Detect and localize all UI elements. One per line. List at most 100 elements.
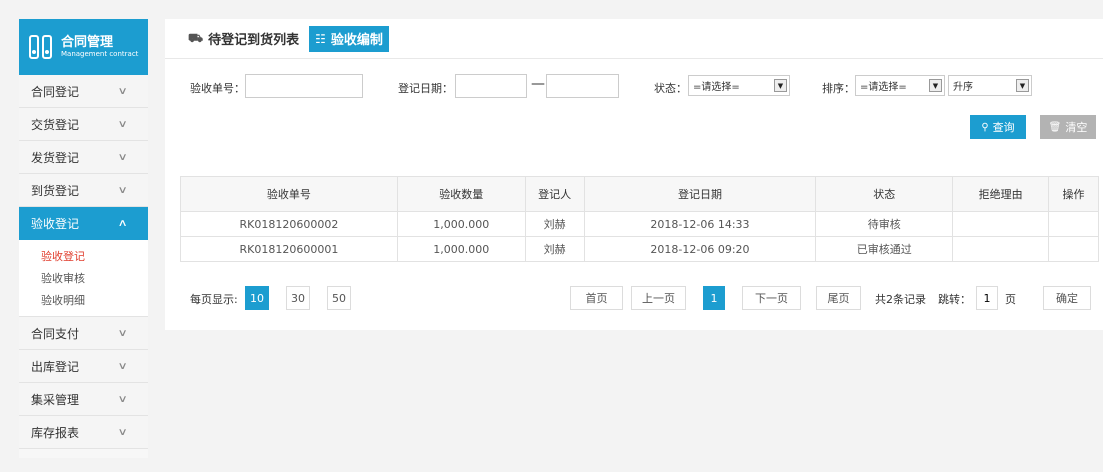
brand-subtitle: Management contract [61, 49, 139, 58]
tab-bar: ⛟ 待登记到货列表 ☷ 验收编制 [165, 19, 1103, 59]
cell-receipt-no: RK018120600001 [180, 236, 398, 262]
acceptance-table: 验收单号 验收数量 登记人 登记日期 状态 拒绝理由 操作 RK01812060… [180, 176, 1099, 262]
sidebar-submenu: 验收登记 验收审核 验收明细 [19, 240, 148, 317]
cell-status: 待审核 [815, 211, 954, 237]
sidebar-item-outbound-register[interactable]: 出库登记 ∨ [19, 350, 148, 383]
page-size-50[interactable]: 50 [327, 286, 351, 310]
tab-label: 待登记到货列表 [208, 33, 300, 48]
column-header: 拒绝理由 [952, 176, 1050, 212]
dropdown-arrow-icon: ▼ [929, 79, 942, 92]
contract-logo-icon [29, 35, 53, 59]
next-page-button[interactable]: 下一页 [742, 286, 801, 310]
sidebar-item-procurement-management[interactable]: 集采管理 ∨ [19, 383, 148, 416]
sidebar-item-arrival-register[interactable]: 到货登记 ∨ [19, 174, 148, 207]
column-header: 操作 [1048, 176, 1099, 212]
status-label: 状态： [654, 82, 687, 95]
chevron-up-icon: ∧ [117, 217, 128, 229]
status-select-value: =请选择= [693, 82, 740, 93]
last-page-button[interactable]: 尾页 [816, 286, 861, 310]
column-header: 状态 [815, 176, 954, 212]
register-date-label: 登记日期： [398, 82, 453, 95]
chevron-down-icon: ∨ [117, 151, 128, 163]
sort-order-value: 升序 [953, 82, 973, 93]
sort-label: 排序： [822, 82, 855, 95]
page-size-label: 每页显示: [190, 293, 238, 306]
tab-acceptance-edit[interactable]: ☷ 验收编制 [309, 25, 389, 52]
cell-quantity: 1,000.000 [396, 236, 526, 262]
sidebar-item-label: 交货登记 [31, 117, 80, 132]
sidebar-menu: 合同登记 ∨ 交货登记 ∨ 发货登记 ∨ 到货登记 ∨ 验收登记 ∧ 验收登记 … [19, 75, 148, 449]
cell-actions [1048, 211, 1099, 237]
cell-register-date: 2018-12-06 09:20 [583, 236, 817, 262]
brand-title: 合同管理 [61, 34, 114, 50]
dropdown-arrow-icon: ▼ [1016, 79, 1029, 92]
cell-registrant: 刘赫 [524, 211, 585, 237]
sidebar-item-label: 验收登记 [31, 216, 80, 231]
cell-receipt-no: RK018120600002 [180, 211, 398, 237]
sidebar-item-label: 库存报表 [31, 425, 80, 440]
sidebar-item-label: 合同支付 [31, 326, 80, 341]
list-icon: ☷ [315, 31, 326, 46]
truck-icon: ⛟ [188, 30, 204, 45]
cell-reject-reason [952, 236, 1050, 262]
sidebar-item-label: 到货登记 [31, 183, 80, 198]
chevron-down-icon: ∨ [117, 118, 128, 130]
sidebar-item-delivery-register[interactable]: 交货登记 ∨ [19, 108, 148, 141]
sidebar-item-inventory-report[interactable]: 库存报表 ∨ [19, 416, 148, 449]
column-header: 登记日期 [583, 176, 817, 212]
jump-label: 跳转： [938, 293, 971, 306]
date-from-input[interactable] [455, 74, 527, 98]
sort-order-select[interactable]: 升序 ▼ [948, 75, 1032, 96]
sidebar-item-acceptance-register[interactable]: 验收登记 ∧ [19, 207, 148, 240]
sidebar-item-label: 合同登记 [31, 84, 80, 99]
column-header: 验收单号 [180, 176, 398, 212]
cell-actions [1048, 236, 1099, 262]
query-button-label: 查询 [992, 121, 1015, 134]
tab-label: 验收编制 [330, 33, 383, 48]
query-button[interactable]: ⚲ 查询 [970, 115, 1026, 139]
sidebar-item-label: 出库登记 [31, 359, 80, 374]
page-size-10[interactable]: 10 [245, 286, 269, 310]
brand-header: 合同管理 Management contract [19, 19, 148, 75]
pagination: 每页显示: 10 30 50 首页 上一页 1 下一页 尾页 共2条记录 跳转：… [165, 286, 1103, 310]
table-row[interactable]: RK018120600001 1,000.000 刘赫 2018-12-06 0… [180, 236, 1099, 262]
subitem-acceptance-detail[interactable]: 验收明细 [19, 290, 148, 312]
first-page-button[interactable]: 首页 [570, 286, 623, 310]
chevron-down-icon: ∨ [117, 360, 128, 372]
jump-page-input[interactable] [976, 286, 998, 310]
sidebar-item-contract-payment[interactable]: 合同支付 ∨ [19, 317, 148, 350]
confirm-jump-button[interactable]: 确定 [1043, 286, 1091, 310]
cell-register-date: 2018-12-06 14:33 [583, 211, 817, 237]
chevron-down-icon: ∨ [117, 85, 128, 97]
clear-button[interactable]: 🗑 清空 [1040, 115, 1096, 139]
date-to-input[interactable] [546, 74, 619, 98]
page-size-30[interactable]: 30 [286, 286, 310, 310]
sidebar-item-shipping-register[interactable]: 发货登记 ∨ [19, 141, 148, 174]
sort-field-select[interactable]: =请选择= ▼ [855, 75, 945, 96]
search-icon: ⚲ [981, 121, 989, 133]
column-header: 登记人 [524, 176, 585, 212]
receipt-no-label: 验收单号： [190, 82, 245, 95]
receipt-no-input[interactable] [245, 74, 363, 98]
column-header: 验收数量 [396, 176, 526, 212]
chevron-down-icon: ∨ [117, 327, 128, 339]
chevron-down-icon: ∨ [117, 426, 128, 438]
subitem-acceptance-review[interactable]: 验收审核 [19, 268, 148, 290]
total-records: 共2条记录 [875, 293, 926, 306]
table-row[interactable]: RK018120600002 1,000.000 刘赫 2018-12-06 1… [180, 211, 1099, 237]
sidebar: 合同管理 Management contract 合同登记 ∨ 交货登记 ∨ 发… [19, 19, 148, 458]
cell-registrant: 刘赫 [524, 236, 585, 262]
subitem-acceptance-register[interactable]: 验收登记 [19, 246, 148, 268]
chevron-down-icon: ∨ [117, 393, 128, 405]
status-select[interactable]: =请选择= ▼ [688, 75, 790, 96]
tab-pending-arrival-list[interactable]: ⛟ 待登记到货列表 [182, 26, 305, 52]
sort-field-value: =请选择= [860, 82, 907, 93]
cell-status: 已审核通过 [815, 236, 954, 262]
dropdown-arrow-icon: ▼ [774, 79, 787, 92]
trash-icon: 🗑 [1048, 121, 1062, 133]
page-number-current[interactable]: 1 [703, 286, 725, 310]
filter-bar: 验收单号： 登记日期： — 状态： =请选择= ▼ 排序： =请选择= ▼ 升序… [165, 74, 1103, 102]
sidebar-item-contract-register[interactable]: 合同登记 ∨ [19, 75, 148, 108]
cell-reject-reason [952, 211, 1050, 237]
prev-page-button[interactable]: 上一页 [631, 286, 686, 310]
